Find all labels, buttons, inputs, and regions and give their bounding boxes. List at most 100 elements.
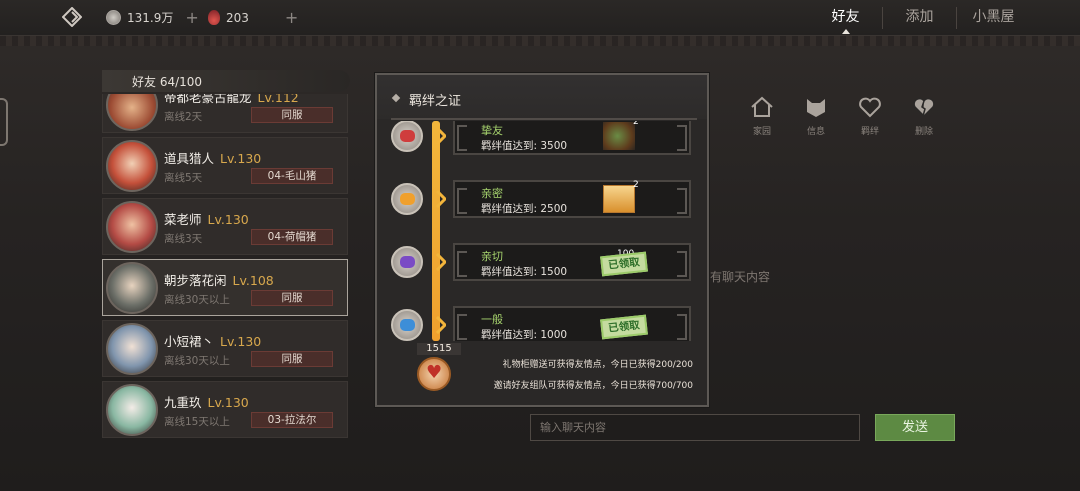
bond-level-name: 亲密 <box>481 187 503 200</box>
chevron-right-icon <box>436 190 446 208</box>
friend-server-badge: 同服 <box>251 290 333 306</box>
friend-row[interactable]: 帝都老豪古龍龙 Lv.112 离线2天 同服 <box>102 94 348 133</box>
bond-icon <box>859 97 881 118</box>
friend-actions: 家园 信息 羁绊 删除 <box>745 96 941 137</box>
bond-label: 羁绊 <box>860 127 879 137</box>
friend-row[interactable]: 朝步落花闲 Lv.108 离线30天以上 同服 <box>102 259 348 316</box>
chevron-right-icon <box>436 316 446 334</box>
friend-status: 离线30天以上 <box>164 355 230 367</box>
top-bar: 131.9万 + 203 + 好友 添加 小黑屋 <box>0 0 1080 36</box>
friend-name-text: 帝都老豪古龍龙 <box>164 94 252 105</box>
energy-icon <box>208 10 220 25</box>
friend-list[interactable]: 帝都老豪古龍龙 Lv.112 离线2天 同服 道具猎人 Lv.130 离线5天 04… <box>102 94 350 491</box>
friend-name-text: 小短裙丶 <box>164 334 215 349</box>
bond-level-card: 一般 羁绊值达到: 1000 已领取 <box>453 306 691 341</box>
team-note: 邀请好友组队可获得友情点，今日已获得700/700 <box>493 381 693 391</box>
friend-status: 离线2天 <box>164 111 203 123</box>
bond-level-card: 亲切 羁绊值达到: 1500 100 已领取 <box>453 243 691 281</box>
claimed-stamp: 已领取 <box>600 314 648 340</box>
send-button[interactable]: 发送 <box>875 414 955 441</box>
coin-amount: 131.9万 <box>127 11 174 25</box>
bond-level-name: 亲切 <box>481 250 503 263</box>
game-logo-icon[interactable] <box>62 7 82 27</box>
empty-chat-text: 有聊天内容 <box>710 270 771 284</box>
avatar <box>106 201 158 253</box>
bond-level-icon <box>391 121 423 152</box>
bond-proof-modal: 羁绊之证 挚友 羁绊值达到: 3500 2 亲密 羁绊值达到: 2500 2 亲… <box>375 73 709 407</box>
bond-level-requirement: 羁绊值达到: 3500 <box>481 140 568 152</box>
friend-row[interactable]: 九重玖 Lv.130 离线15天以上 03-拉法尔 <box>102 381 348 438</box>
friend-count-header: 好友 64/100 <box>102 70 350 92</box>
friend-level: Lv.130 <box>220 151 262 166</box>
friend-name: 帝都老豪古龍龙 Lv.112 <box>164 94 299 106</box>
coin-icon <box>106 10 121 25</box>
coin-resource: 131.9万 + <box>106 8 199 27</box>
bond-action[interactable]: 羁绊 <box>853 96 887 137</box>
delete-action[interactable]: 删除 <box>907 96 941 137</box>
reward-count: 2 <box>633 121 639 127</box>
bond-level-requirement: 羁绊值达到: 1000 <box>481 329 568 341</box>
side-drawer-handle[interactable] <box>0 98 8 146</box>
reward-item-icon[interactable] <box>603 185 635 213</box>
friend-name: 道具猎人 Lv.130 <box>164 148 261 167</box>
bond-level-icon <box>391 183 423 215</box>
friend-name: 菜老师 Lv.130 <box>164 209 249 228</box>
friend-server-badge: 03-拉法尔 <box>251 412 333 428</box>
friend-count-label: 好友 64/100 <box>132 75 203 89</box>
friend-name: 小短裙丶 Lv.130 <box>164 331 261 350</box>
friend-row[interactable]: 道具猎人 Lv.130 离线5天 04-毛山猪 <box>102 137 348 194</box>
tab-blacklist[interactable]: 小黑屋 <box>957 0 1030 36</box>
add-energy-button[interactable]: + <box>285 8 298 27</box>
bond-level-card: 亲密 羁绊值达到: 2500 2 <box>453 180 691 218</box>
bond-level-requirement: 羁绊值达到: 2500 <box>481 203 568 215</box>
friend-server-badge: 04-荷帽猪 <box>251 229 333 245</box>
bond-level-row: 亲切 羁绊值达到: 1500 100 已领取 <box>385 243 700 281</box>
chevron-right-icon <box>436 253 446 271</box>
info-action[interactable]: 信息 <box>799 96 833 137</box>
friend-level: Lv.130 <box>220 334 262 349</box>
friend-name: 九重玖 Lv.130 <box>164 392 249 411</box>
friend-status: 离线5天 <box>164 172 203 184</box>
avatar <box>106 94 158 131</box>
bond-level-row: 挚友 羁绊值达到: 3500 2 <box>385 121 700 155</box>
reward-count: 2 <box>633 180 639 190</box>
energy-resource: 203 + <box>208 8 298 27</box>
reward-item-icon[interactable] <box>603 122 635 150</box>
header-divider <box>391 118 697 120</box>
avatar <box>106 384 158 436</box>
bond-level-row: 亲密 羁绊值达到: 2500 2 <box>385 180 700 218</box>
friend-status: 离线3天 <box>164 233 203 245</box>
bond-level-list[interactable]: 挚友 羁绊值达到: 3500 2 亲密 羁绊值达到: 2500 2 亲切 羁绊值… <box>385 121 700 341</box>
avatar <box>106 262 158 314</box>
broken-heart-icon <box>913 97 935 118</box>
friend-level: Lv.108 <box>232 273 274 288</box>
decorative-stripe <box>0 36 1080 46</box>
bond-level-row: 一般 羁绊值达到: 1000 已领取 <box>385 306 700 341</box>
friend-tabs: 好友 添加 小黑屋 <box>809 0 1030 36</box>
friend-status: 离线30天以上 <box>164 294 230 306</box>
gift-note: 礼物柜赠送可获得友情点，今日已获得200/200 <box>502 360 693 370</box>
energy-amount: 203 <box>226 10 249 25</box>
avatar <box>106 140 158 192</box>
modal-title: 羁绊之证 <box>409 94 462 109</box>
home-action[interactable]: 家园 <box>745 96 779 137</box>
home-label: 家园 <box>752 127 771 137</box>
add-coin-button[interactable]: + <box>185 8 198 27</box>
friend-name-text: 菜老师 <box>164 212 202 227</box>
chat-input[interactable]: 输入聊天内容 <box>530 414 860 441</box>
tab-add[interactable]: 添加 <box>883 0 956 36</box>
title-diamond-icon <box>391 93 401 103</box>
home-icon <box>751 96 773 117</box>
delete-label: 删除 <box>914 127 933 137</box>
bond-summary: 1515 礼物柜赠送可获得友情点，今日已获得200/200 邀请好友组队可获得友… <box>385 343 703 403</box>
claimed-stamp: 已领取 <box>600 251 648 277</box>
friend-name-text: 九重玖 <box>164 395 202 410</box>
friend-name-text: 道具猎人 <box>164 151 215 166</box>
bond-level-card: 挚友 羁绊值达到: 3500 2 <box>453 121 691 155</box>
info-icon <box>807 99 825 117</box>
friend-level: Lv.130 <box>207 395 249 410</box>
chevron-right-icon <box>436 127 446 145</box>
friend-row[interactable]: 菜老师 Lv.130 离线3天 04-荷帽猪 <box>102 198 348 255</box>
friend-row[interactable]: 小短裙丶 Lv.130 离线30天以上 同服 <box>102 320 348 377</box>
tab-friends[interactable]: 好友 <box>809 0 882 36</box>
